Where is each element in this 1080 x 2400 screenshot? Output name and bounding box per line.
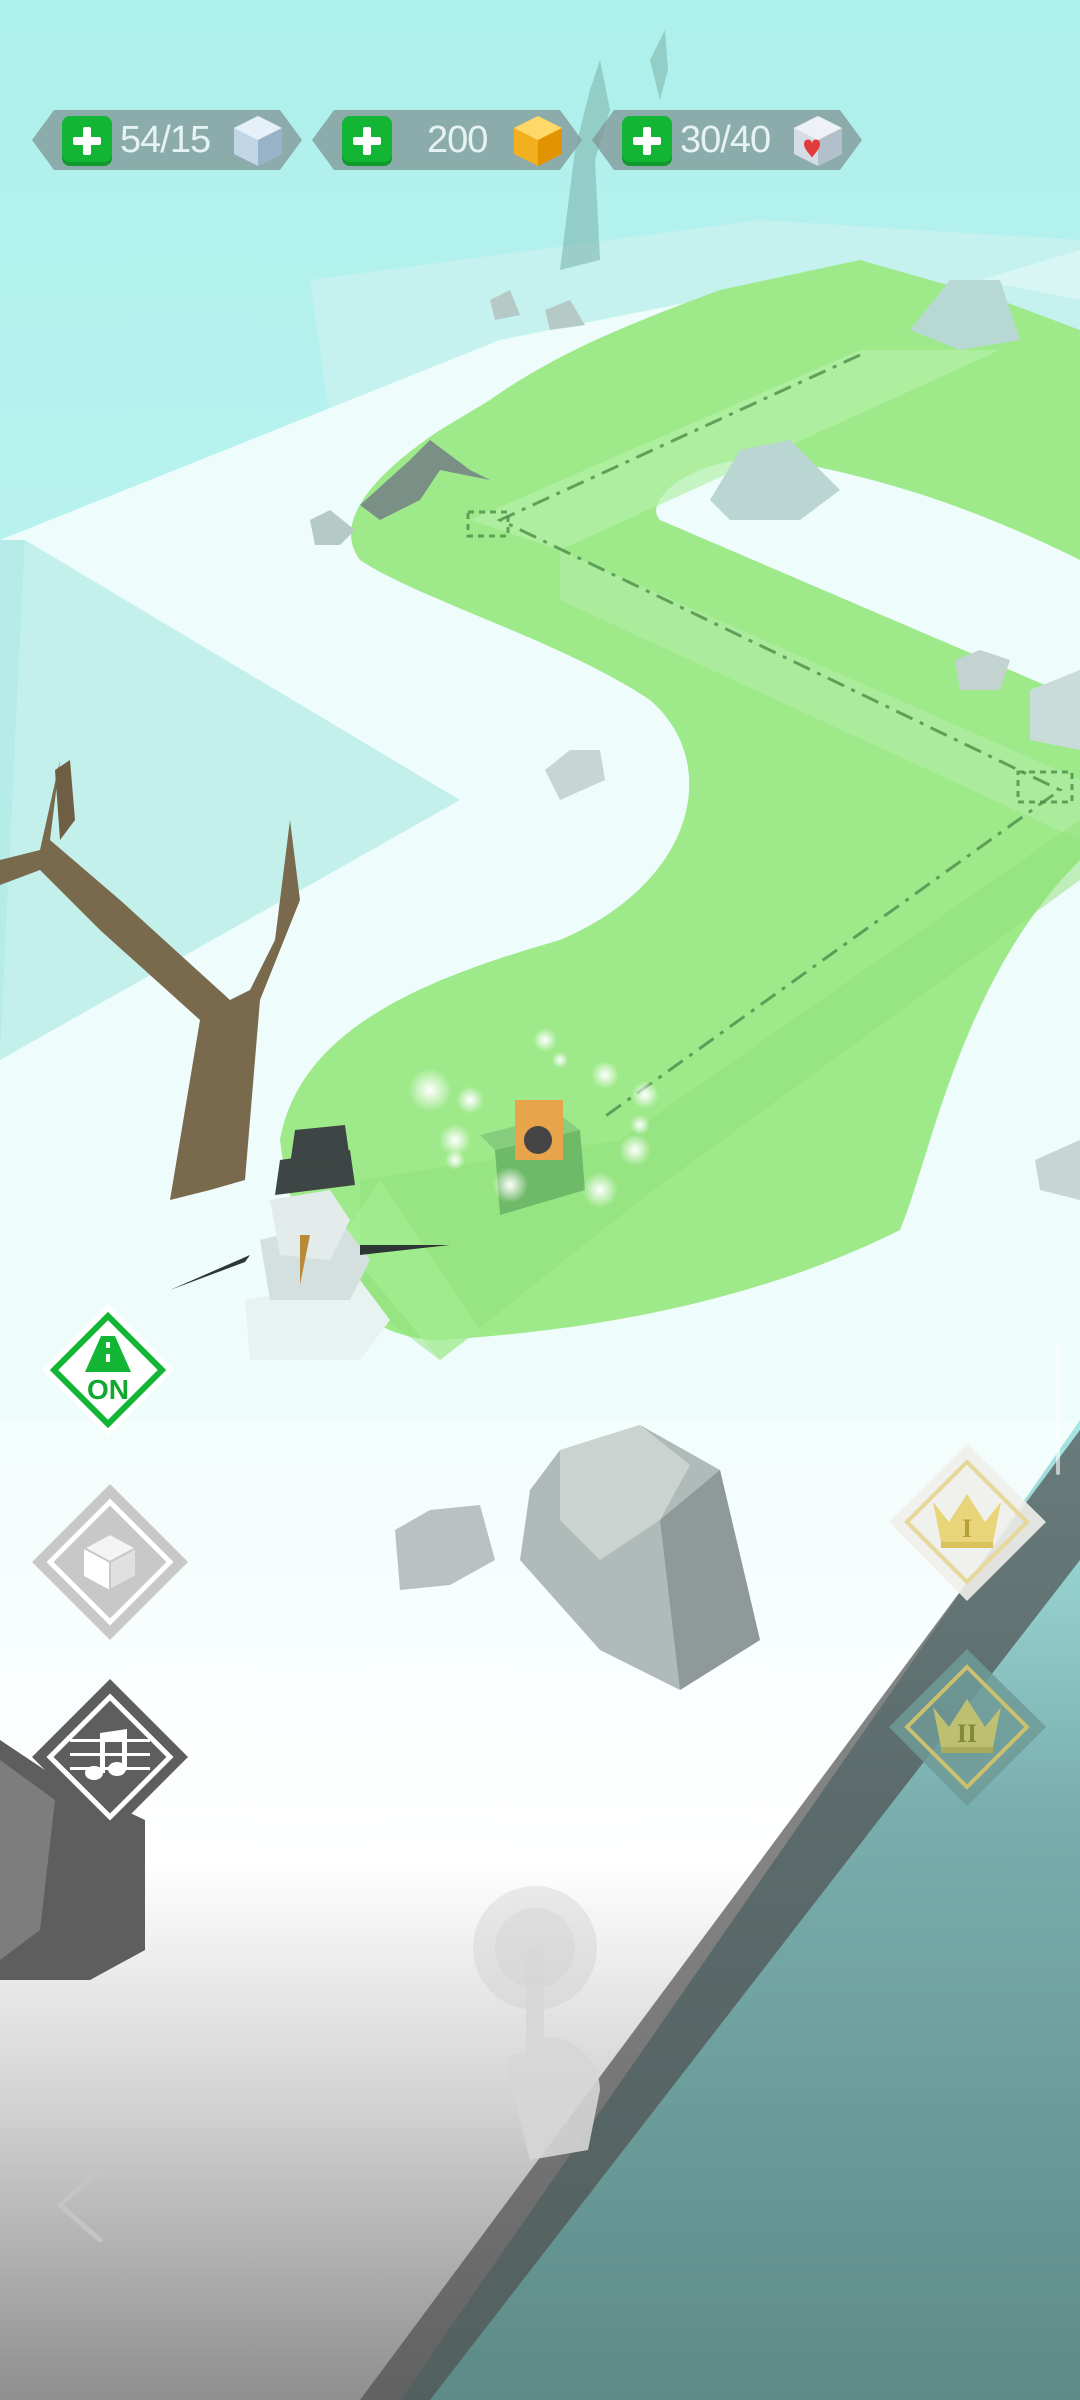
track-toggle-label: ON	[87, 1374, 129, 1405]
cube-icon	[81, 1532, 139, 1592]
skins-button[interactable]	[28, 1480, 192, 1644]
crown-two-button[interactable]: II	[885, 1645, 1050, 1810]
track-toggle-button[interactable]: ON	[38, 1300, 178, 1440]
tap-hint	[460, 1880, 620, 2180]
tap-finger-icon	[473, 1886, 600, 2160]
ice-cube-icon	[234, 116, 282, 166]
lives-counter: 30/40	[592, 108, 862, 172]
gems-counter: 200	[312, 108, 582, 172]
add-gems-button[interactable]	[342, 116, 392, 166]
lives-value: 30/40	[680, 119, 771, 161]
music-note-icon	[70, 1729, 150, 1780]
gold-gem-icon	[514, 116, 562, 166]
add-lives-button[interactable]	[622, 116, 672, 166]
road-icon	[85, 1336, 131, 1372]
blocks-counter: 54/15	[32, 108, 302, 172]
gems-value: 200	[427, 119, 488, 161]
back-button[interactable]	[45, 2160, 115, 2250]
scroll-indicator[interactable]	[1056, 1345, 1060, 1475]
blocks-value: 54/15	[120, 119, 211, 161]
chevron-left-icon	[57, 2167, 103, 2243]
resource-bar: 54/15 200 30/40	[0, 108, 1080, 172]
crown-two-label: II	[956, 1719, 978, 1748]
crown-one-label: I	[961, 1514, 973, 1543]
music-button[interactable]	[28, 1675, 192, 1839]
crown-one-button[interactable]: I	[885, 1440, 1050, 1605]
add-blocks-button[interactable]	[62, 116, 112, 166]
heart-cube-icon	[794, 116, 842, 166]
